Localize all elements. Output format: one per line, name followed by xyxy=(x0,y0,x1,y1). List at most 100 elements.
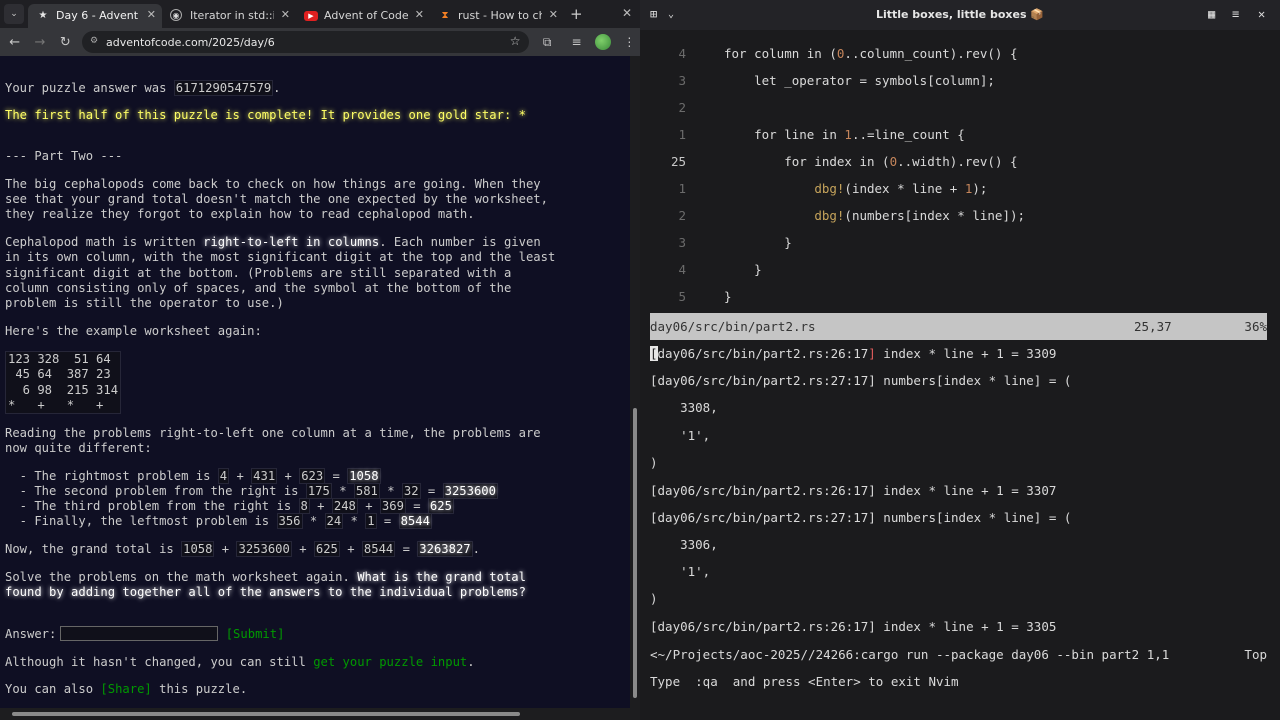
status-percent: 36% xyxy=(1244,319,1267,334)
question-line2: found by adding together all of the answ… xyxy=(5,585,526,599)
url-text: adventofcode.com/2025/day/6 xyxy=(105,35,275,49)
problem-item: - The second problem from the right is 1… xyxy=(5,483,498,499)
address-bar[interactable]: ⚙ adventofcode.com/2025/day/6 ☆ xyxy=(81,31,529,53)
output-line: '1', xyxy=(650,428,711,443)
close-icon[interactable]: ✕ xyxy=(415,8,424,21)
cursor: [ xyxy=(650,346,658,361)
tab-title: rust - How to chang xyxy=(458,9,542,22)
code-line: 3 } xyxy=(640,229,1280,256)
status-position: 25,37 xyxy=(1134,319,1172,334)
para2-line4: column consisting only of spaces, and th… xyxy=(5,281,512,295)
scrollbar-thumb[interactable] xyxy=(633,408,637,698)
tab-list-button[interactable]: ⌄ xyxy=(4,4,24,24)
code-text: } xyxy=(724,262,762,277)
problem-result: 625 xyxy=(427,498,454,514)
profile-avatar[interactable] xyxy=(595,34,611,50)
worksheet-row: 123 328 51 64 xyxy=(8,352,119,366)
horizontal-scrollbar[interactable] xyxy=(0,708,640,720)
grand-total-line: Now, the grand total is 1058 + 3253600 +… xyxy=(5,541,480,557)
grid-view-icon[interactable]: ▦ xyxy=(1208,7,1215,21)
new-tab-button[interactable]: + xyxy=(570,5,583,23)
puzzle-input-link[interactable]: get your puzzle input xyxy=(313,655,467,669)
scroll-position: Top xyxy=(1244,647,1267,662)
code-line-current: 25 for index in (0..width).rev() { xyxy=(640,148,1280,175)
code-text: dbg!(numbers[index * line]); xyxy=(814,208,1026,223)
youtube-icon: ▶ xyxy=(304,10,318,21)
scrollbar-thumb[interactable] xyxy=(12,712,520,716)
close-icon[interactable]: ✕ xyxy=(147,8,156,21)
terminal-window: ⊞ ⌄ Little boxes, little boxes 📦 ▦ ≡ ✕ 4… xyxy=(640,0,1280,720)
problem-item: - Finally, the leftmost problem is 356 *… xyxy=(5,513,432,529)
code-text: } xyxy=(724,235,792,250)
answer-label: Answer: xyxy=(5,627,57,641)
output-line: '1', xyxy=(650,564,711,579)
share-line: You can also [Share] this puzzle. xyxy=(5,682,248,696)
menu-icon[interactable]: ≡ xyxy=(1232,7,1239,21)
tab-stackoverflow[interactable]: ⧗ rust - How to chang ✕ xyxy=(430,4,564,28)
close-icon[interactable]: ✕ xyxy=(281,8,290,21)
output-line: ) xyxy=(650,591,658,606)
forward-icon[interactable]: → xyxy=(29,31,50,53)
reload-icon[interactable]: ↻ xyxy=(55,31,76,53)
extensions-icon[interactable]: ⧉ xyxy=(537,31,558,53)
tab-day6[interactable]: ★ Day 6 - Advent of C ✕ xyxy=(28,3,162,28)
back-icon[interactable]: ← xyxy=(4,31,25,53)
problem-item: - The third problem from the right is 8 … xyxy=(5,498,454,514)
worksheet-code-block: 123 328 51 64 45 64 387 23 6 98 215 314 *… xyxy=(5,351,122,415)
code-line: 4 } xyxy=(640,256,1280,283)
code-line: 2 dbg!(numbers[index * line]); xyxy=(640,202,1280,229)
site-info-icon[interactable]: ⚙ xyxy=(90,36,101,47)
window-close-icon[interactable]: ✕ xyxy=(622,6,632,20)
answer-input[interactable] xyxy=(60,626,219,641)
puzzle-page: Your puzzle answer was 6171290547579. Th… xyxy=(0,56,630,708)
example-intro: Here's the example worksheet again: xyxy=(5,324,262,338)
close-icon[interactable]: ✕ xyxy=(1258,7,1265,21)
bookmark-star-icon[interactable]: ☆ xyxy=(510,34,521,48)
output-line: [day06/src/bin/part2.rs:26:17] index * l… xyxy=(650,346,1057,361)
tab-youtube[interactable]: ▶ Advent of Code 202 ✕ xyxy=(296,4,430,28)
code-line: 4 for column in (0..column_count).rev() { xyxy=(640,40,1280,67)
para1-line2: see that your grand total doesn't match … xyxy=(5,192,548,206)
worksheet-row: 6 98 215 314 xyxy=(8,382,119,397)
problem-item: - The rightmost problem is 4 + 431 + 623… xyxy=(5,468,381,484)
output-line: [day06/src/bin/part2.rs:26:17] index * l… xyxy=(650,483,1057,498)
output-line: [day06/src/bin/part2.rs:27:17] numbers[i… xyxy=(650,373,1072,388)
code-line: 1 for line in 1..=line_count { xyxy=(640,121,1280,148)
para2-line2: in its own column, with the most signifi… xyxy=(5,250,556,264)
puzzle-input-line: Although it hasn't changed, you can stil… xyxy=(5,655,475,669)
menu-icon[interactable]: ⋮ xyxy=(619,31,640,53)
stackoverflow-icon: ⧗ xyxy=(441,9,449,21)
terminal-title: Little boxes, little boxes 📦 xyxy=(875,8,1045,21)
reading-line2: now quite different: xyxy=(5,441,152,455)
tab-title: Advent of Code 202 xyxy=(324,9,408,22)
nvim-statusline: day06/src/bin/part2.rs 25,37 36% xyxy=(650,313,1267,340)
tab-title: Iterator in std::iter xyxy=(190,9,274,22)
vertical-scrollbar[interactable] xyxy=(630,56,640,708)
media-controls-icon[interactable]: ≡ xyxy=(566,31,587,53)
problem-result: 3253600 xyxy=(442,483,498,499)
exit-message: Type :qa and press <Enter> to exit Nvim xyxy=(650,674,959,689)
terminal-status-line: <~/Projects/aoc-2025//24266:cargo run --… xyxy=(650,641,1267,668)
submit-button[interactable]: [Submit] xyxy=(226,627,285,641)
status-filename: day06/src/bin/part2.rs xyxy=(650,319,816,334)
share-link[interactable]: [Share] xyxy=(100,682,151,696)
terminal-buffer-name: <~/Projects/aoc-2025//24266:cargo run --… xyxy=(650,647,1170,662)
output-line: [day06/src/bin/part2.rs:26:17] index * l… xyxy=(650,619,1057,634)
reading-line1: Reading the problems right-to-left one c… xyxy=(5,426,541,440)
book-icon: ◉ xyxy=(170,8,182,21)
code-line: 2 xyxy=(678,100,686,115)
output-line: 3308, xyxy=(650,400,718,415)
answer-form: Answer: [Submit] xyxy=(5,626,284,642)
para2-line1: Cephalopod math is written right-to-left… xyxy=(5,235,541,249)
tab-title: Day 6 - Advent of C xyxy=(56,9,140,22)
code-line: 3 let _operator = symbols[column]; xyxy=(640,67,1280,94)
output-line: 3306, xyxy=(650,537,718,552)
code-text: } xyxy=(724,289,732,304)
tab-iterator[interactable]: ◉ Iterator in std::iter ✕ xyxy=(162,4,296,28)
star-icon: ★ xyxy=(38,9,48,21)
para2-line3: significant digit at the bottom. (Proble… xyxy=(5,266,512,280)
close-icon[interactable]: ✕ xyxy=(549,8,558,21)
code-text: for line in 1..=line_count { xyxy=(724,127,965,142)
code-text: let _operator = symbols[column]; xyxy=(724,73,995,88)
emphasis-text: right-to-left in columns xyxy=(203,235,380,249)
